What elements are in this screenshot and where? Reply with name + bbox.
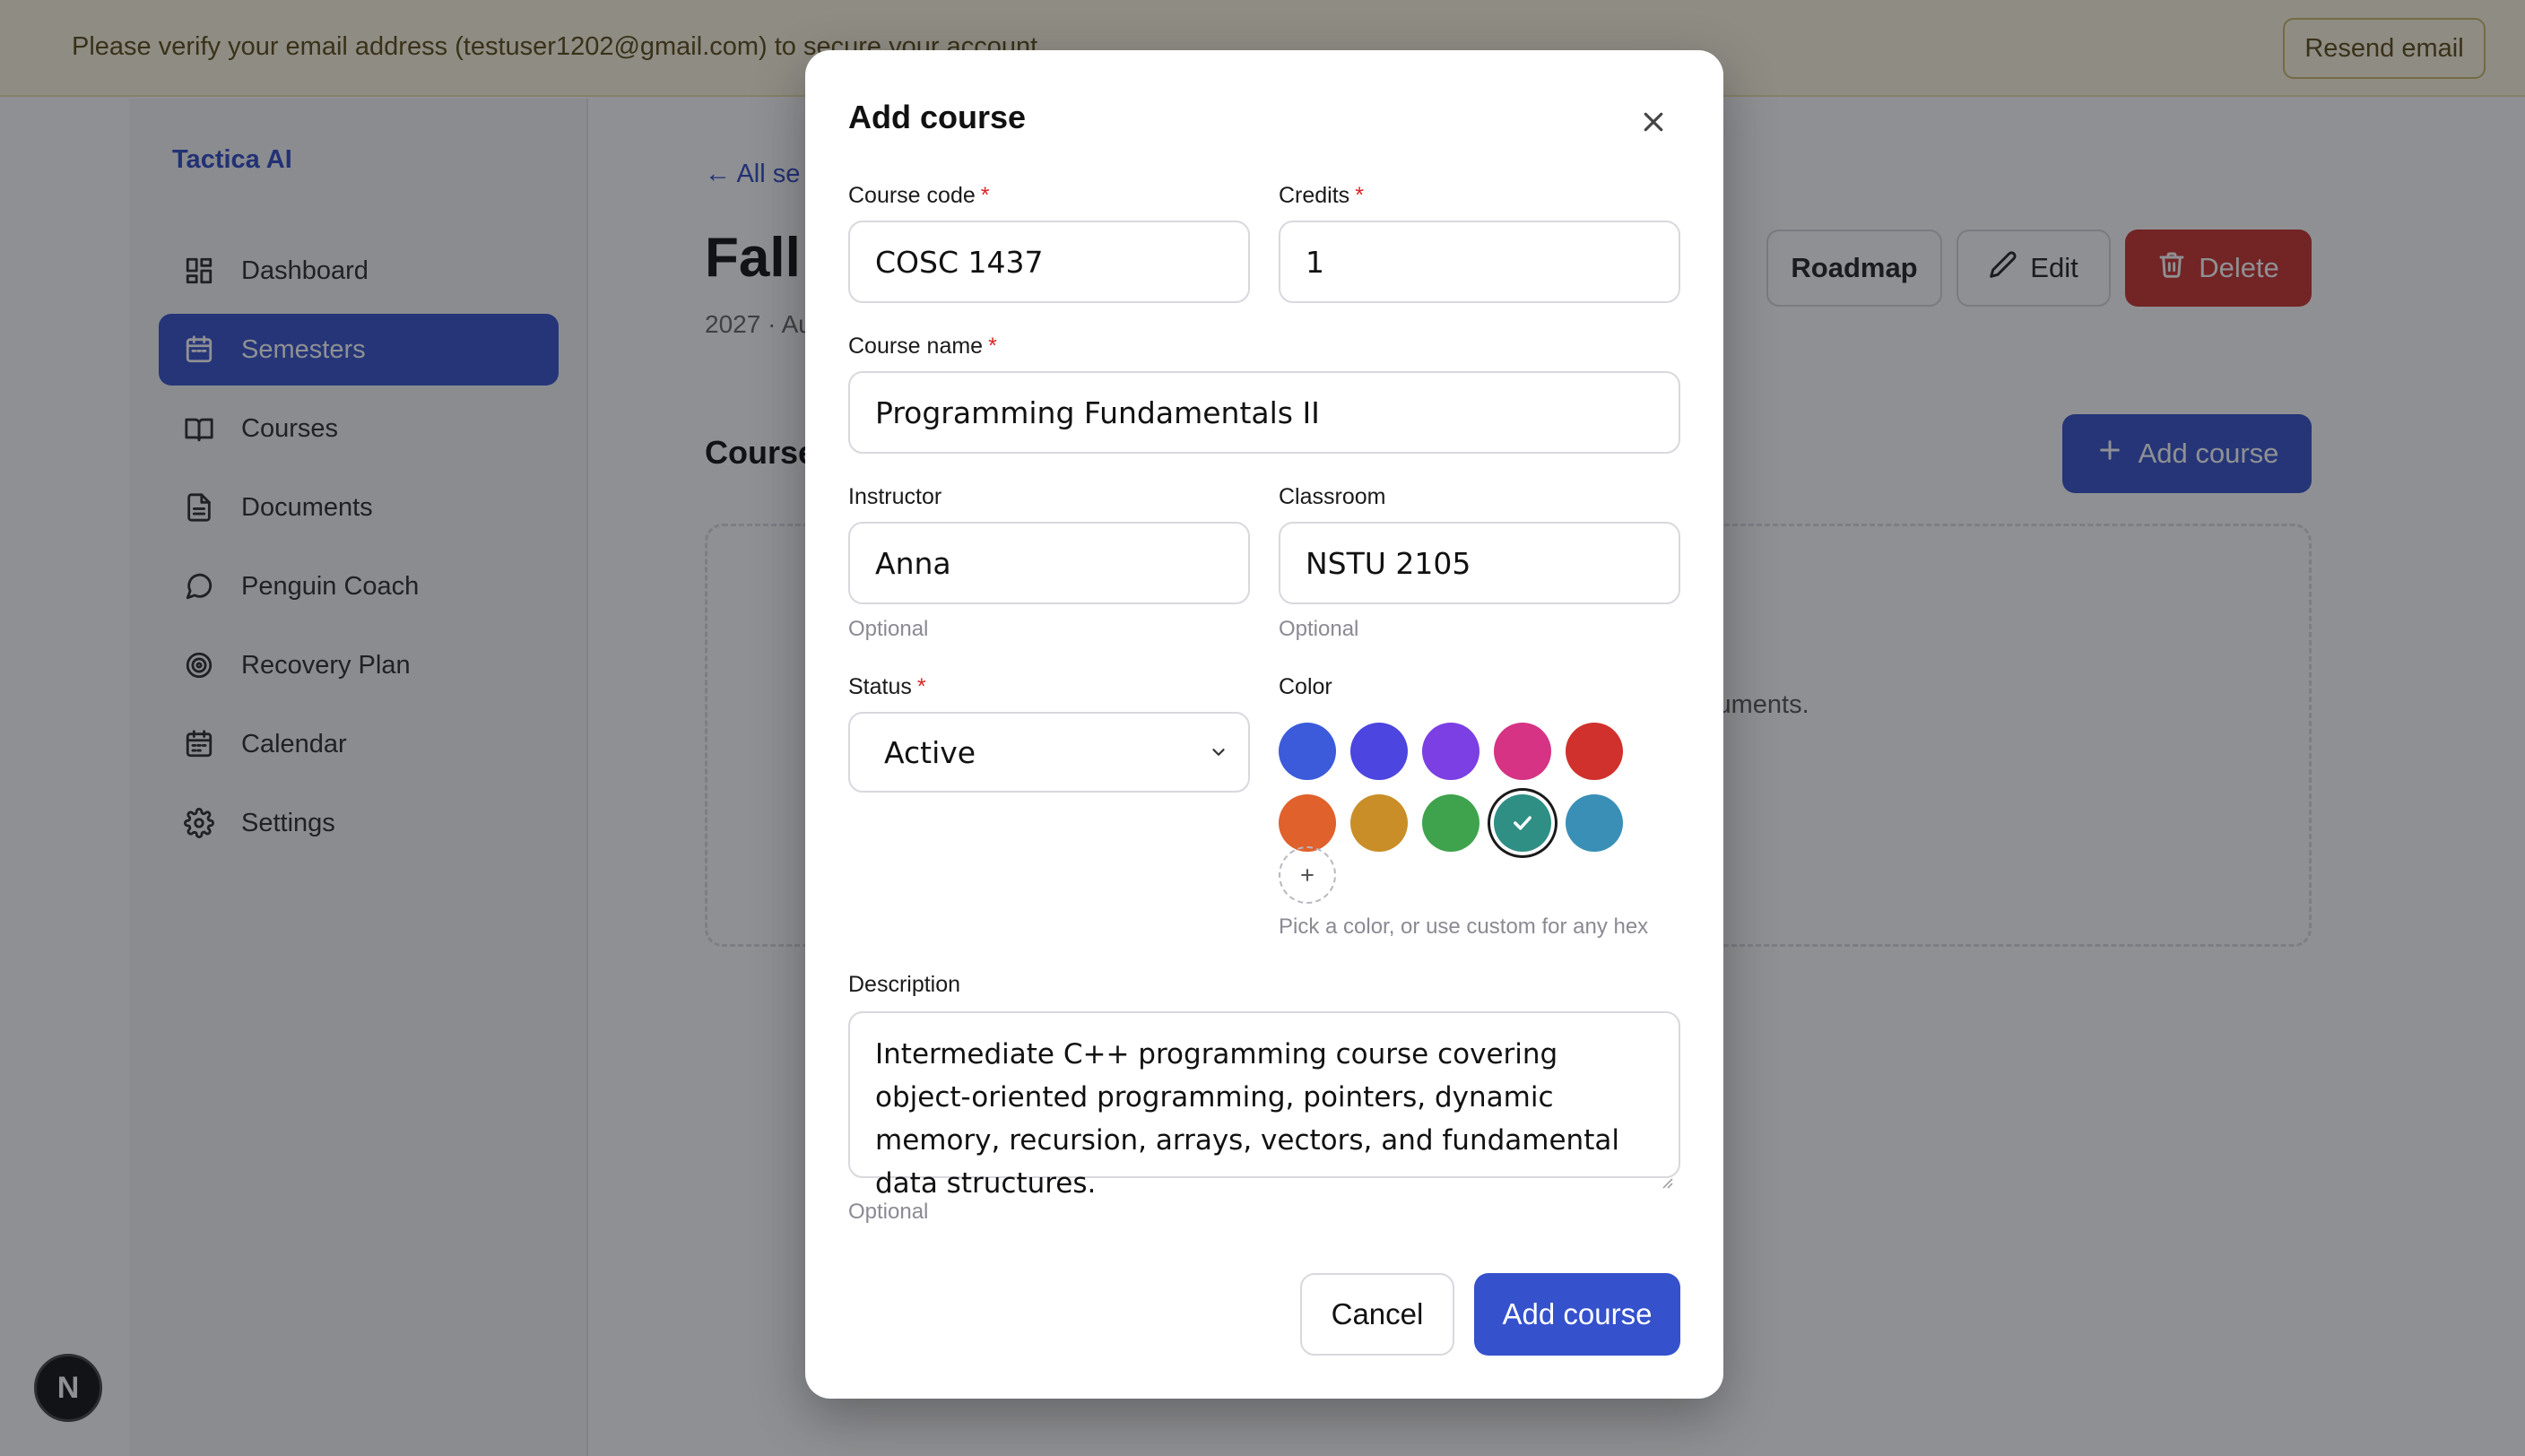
custom-color-button[interactable] xyxy=(1279,846,1336,904)
instructor-input[interactable]: Anna xyxy=(848,522,1250,604)
add-course-submit-button[interactable]: Add course xyxy=(1474,1273,1680,1356)
classroom-hint: Optional xyxy=(1279,617,1359,641)
color-swatch[interactable] xyxy=(1350,794,1408,852)
color-swatch[interactable] xyxy=(1279,794,1336,852)
chevron-down-icon xyxy=(1212,749,1225,756)
color-label: Color xyxy=(1279,674,1332,699)
description-label: Description xyxy=(848,972,961,997)
close-icon xyxy=(1644,112,1663,132)
required-marker: * xyxy=(988,334,997,359)
required-marker: * xyxy=(980,183,990,208)
color-swatch[interactable] xyxy=(1422,794,1479,852)
close-button[interactable] xyxy=(1636,104,1671,140)
add-course-dialog: Add course Course code * COSC 1437 Credit… xyxy=(805,50,1723,1399)
required-marker: * xyxy=(1355,183,1364,208)
required-marker: * xyxy=(916,674,926,699)
dialog-title: Add course xyxy=(848,99,1027,135)
course-code-label: Course code * xyxy=(848,183,990,208)
color-swatch[interactable] xyxy=(1422,723,1479,780)
classroom-label: Classroom xyxy=(1279,484,1386,509)
credits-input[interactable]: 1 xyxy=(1279,221,1680,303)
color-hint: Pick a color, or use custom for any hex xyxy=(1279,914,1649,939)
resize-handle-icon[interactable] xyxy=(1661,1158,1673,1189)
plus-icon xyxy=(1301,869,1314,881)
course-name-label: Course name * xyxy=(848,334,997,359)
cancel-button[interactable]: Cancel xyxy=(1300,1273,1454,1356)
course-code-input[interactable]: COSC 1437 xyxy=(848,221,1250,303)
status-select[interactable]: Active xyxy=(848,712,1250,793)
description-textarea[interactable]: Intermediate C++ programming course cove… xyxy=(848,1011,1680,1200)
color-swatch[interactable] xyxy=(1566,794,1623,852)
instructor-hint: Optional xyxy=(848,617,929,641)
color-swatch[interactable] xyxy=(1279,723,1336,780)
instructor-label: Instructor xyxy=(848,484,942,509)
description-hint: Optional xyxy=(848,1200,929,1224)
color-swatch[interactable] xyxy=(1566,723,1623,780)
check-icon xyxy=(1514,816,1531,830)
color-swatch[interactable] xyxy=(1494,794,1551,852)
status-select-value: Active xyxy=(884,734,976,770)
status-label: Status * xyxy=(848,674,926,699)
course-name-input[interactable]: Programming Fundamentals II xyxy=(848,371,1680,454)
credits-label: Credits * xyxy=(1279,183,1364,208)
color-swatch[interactable] xyxy=(1494,723,1551,780)
classroom-input[interactable]: NSTU 2105 xyxy=(1279,522,1680,604)
color-swatch[interactable] xyxy=(1350,723,1408,780)
